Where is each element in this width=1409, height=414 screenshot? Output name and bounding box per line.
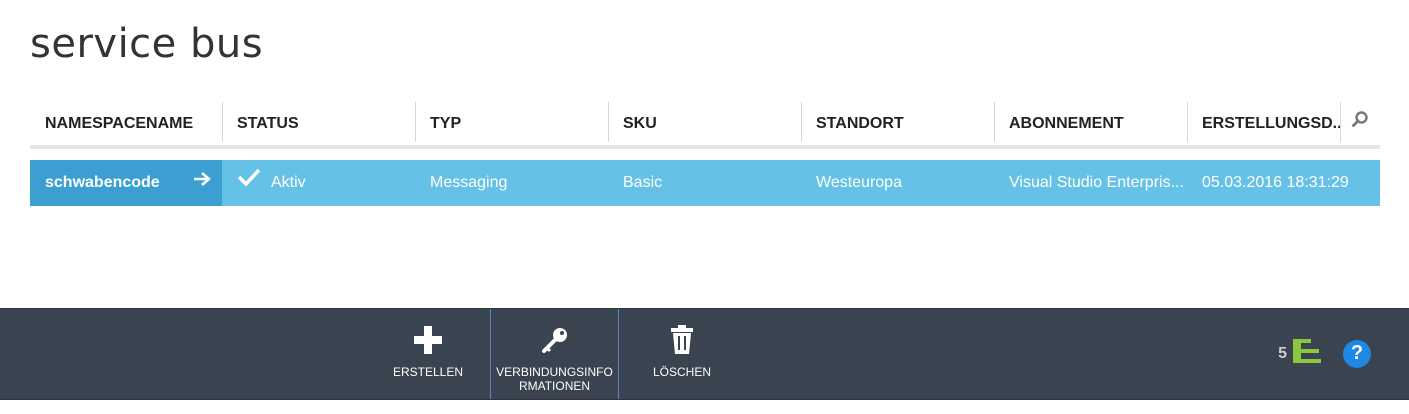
create-button[interactable]: ERSTELLEN <box>388 309 468 399</box>
column-header-status[interactable]: STATUS <box>222 102 415 145</box>
notifications-count: 5 <box>1278 344 1287 362</box>
type-cell: Messaging <box>430 174 508 191</box>
status-text: Aktiv <box>271 174 306 191</box>
checkmark-icon <box>237 160 261 206</box>
namespace-table: NAMESPACENAME STATUS TYP SKU STANDORT AB… <box>30 102 1380 206</box>
column-separator <box>1187 102 1188 142</box>
key-icon <box>540 323 570 357</box>
create-label: ERSTELLEN <box>392 365 464 379</box>
column-header-subscription[interactable]: ABONNEMENT <box>994 102 1187 145</box>
page-title: service bus <box>30 21 264 67</box>
table-header: NAMESPACENAME STATUS TYP SKU STANDORT AB… <box>30 102 1380 149</box>
column-header-sku[interactable]: SKU <box>608 102 801 145</box>
service-bus-page: service bus NAMESPACENAME STATUS TYP SKU… <box>0 0 1409 414</box>
plus-icon <box>413 323 443 357</box>
notifications-button[interactable]: 5 <box>1278 337 1321 370</box>
column-header-label: TYP <box>430 115 462 132</box>
column-header-label: STATUS <box>237 115 299 132</box>
column-header-location[interactable]: STANDORT <box>801 102 994 145</box>
column-separator <box>994 102 995 142</box>
column-separator <box>608 102 609 142</box>
right-tools: 5 ? <box>1278 337 1371 370</box>
column-header-label: ABONNEMENT <box>1009 115 1124 132</box>
location-cell: Westeuropa <box>816 174 902 191</box>
subscription-cell: Visual Studio Enterpris... <box>1009 174 1184 191</box>
search-icon <box>1351 102 1369 145</box>
column-separator <box>222 102 223 142</box>
column-header-label: STANDORT <box>816 115 904 132</box>
trash-icon <box>670 323 694 357</box>
column-separator <box>801 102 802 142</box>
column-separator <box>415 102 416 142</box>
namespace-name: schwabencode <box>45 174 160 191</box>
created-cell: 05.03.2016 18:31:29 <box>1202 174 1349 191</box>
column-header-label: SKU <box>623 115 657 132</box>
notifications-icon <box>1293 337 1321 370</box>
help-icon[interactable]: ? <box>1343 339 1371 368</box>
status-cell: Aktiv <box>222 160 415 206</box>
connection-info-button[interactable]: VERBINDUNGSINFORMATIONEN <box>490 309 619 399</box>
arrow-right-icon[interactable] <box>192 160 212 206</box>
column-header-type[interactable]: TYP <box>415 102 608 145</box>
delete-button[interactable]: LÖSCHEN <box>642 309 722 399</box>
search-button[interactable] <box>1340 102 1380 145</box>
column-header-namespacename[interactable]: NAMESPACENAME <box>30 102 222 145</box>
namespace-name-cell[interactable]: schwabencode <box>30 160 222 206</box>
connection-info-label: VERBINDUNGSINFORMATIONEN <box>496 365 613 393</box>
table-row[interactable]: schwabencode Aktiv Messaging Basic Weste… <box>30 160 1380 206</box>
delete-label: LÖSCHEN <box>652 365 711 379</box>
column-separator <box>1340 102 1341 142</box>
command-bar: ERSTELLEN VERBINDUNGSINFORMATIONEN LÖSCH… <box>0 308 1409 400</box>
sku-cell: Basic <box>623 174 663 191</box>
column-header-label: NAMESPACENAME <box>45 115 194 132</box>
column-header-created[interactable]: ERSTELLUNGSD... <box>1187 102 1340 145</box>
column-header-label: ERSTELLUNGSD... <box>1202 115 1340 132</box>
